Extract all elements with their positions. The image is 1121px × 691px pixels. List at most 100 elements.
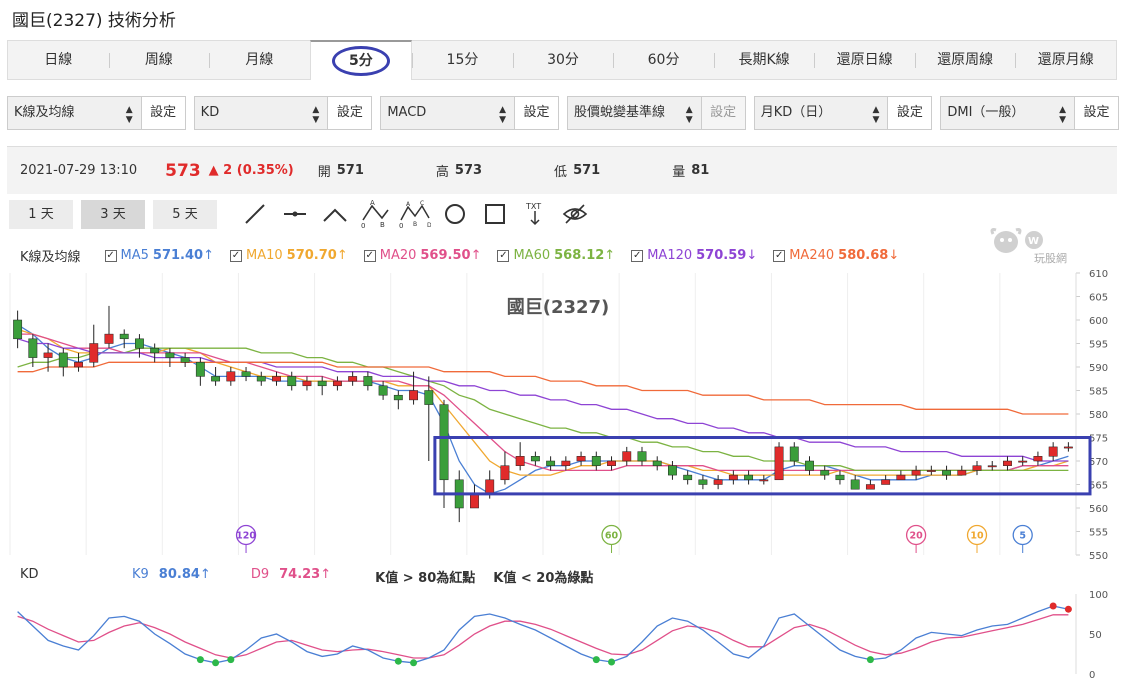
indicator-select-value: KD	[200, 105, 220, 120]
legend-ma-arrow: ↑	[203, 248, 214, 263]
candle-body	[637, 451, 647, 462]
candle	[759, 475, 769, 485]
checkbox-checked-icon[interactable]: ✓	[363, 249, 376, 262]
candle	[104, 305, 114, 349]
indicator-select[interactable]: 月KD（日） ▲ ▼	[754, 97, 888, 129]
kd-y-tick-label: 50	[1089, 630, 1102, 641]
candle-body	[896, 474, 906, 481]
candle	[119, 329, 129, 349]
legend-ma-value: 569.50	[420, 248, 471, 263]
indicator-select[interactable]: 股價蛻變基準線 ▲ ▼	[568, 97, 701, 129]
checkbox-checked-icon[interactable]: ✓	[104, 249, 117, 262]
tab-label: 日線	[44, 52, 73, 68]
low-label: 低	[554, 165, 568, 180]
settings-button[interactable]: 設定	[140, 97, 185, 129]
candle	[805, 456, 814, 476]
candle-body	[272, 376, 281, 382]
settings-button[interactable]: 設定	[514, 97, 559, 129]
legend-item-ma60[interactable]: ✓ MA60 568.12 ↑	[497, 248, 615, 263]
tab-1[interactable]: 周線	[108, 41, 210, 79]
legend-ma-value: 580.68	[838, 248, 889, 263]
tab-10[interactable]: 還原月線	[1015, 41, 1116, 79]
legend-item-ma5[interactable]: ✓ MA5 571.40 ↑	[104, 248, 214, 263]
range-1-day-button[interactable]: 1 天	[9, 199, 73, 229]
indicator-selector-row: K線及均線 ▲ ▼ 設定 KD ▲ ▼ 設定 MACD ▲ ▼ 設定 股價蛻變基準線 ▲ ▼ 設定 月KD（日）…	[7, 96, 1120, 130]
candle-body	[835, 474, 845, 481]
tab-3[interactable]: 5分	[309, 40, 413, 80]
candle	[972, 461, 982, 476]
candle-body	[226, 371, 236, 382]
tab-6[interactable]: 60分	[613, 41, 714, 79]
candle-body	[774, 446, 784, 481]
y-tick-label: 585	[1089, 387, 1108, 398]
candle-body	[744, 474, 754, 481]
indicator-select[interactable]: DMI（一般） ▲ ▼	[941, 97, 1075, 129]
checkbox-checked-icon[interactable]: ✓	[631, 249, 644, 262]
candle	[1063, 442, 1073, 452]
candle-body	[424, 390, 434, 405]
range-3-day-button[interactable]: 3 天	[81, 199, 145, 229]
checkbox-checked-icon[interactable]: ✓	[497, 249, 510, 262]
tab-7[interactable]: 長期K線	[713, 41, 815, 79]
indicator-select[interactable]: KD ▲ ▼	[194, 97, 328, 129]
candle-body	[348, 376, 358, 382]
candle	[150, 343, 160, 363]
hide-drawings-icon[interactable]	[555, 199, 595, 229]
checkbox-checked-icon[interactable]: ✓	[773, 249, 786, 262]
legend-item-ma120[interactable]: ✓ MA120 570.59 ↓	[631, 248, 757, 263]
candle-body	[13, 319, 23, 340]
tab-2[interactable]: 月線	[209, 41, 310, 79]
candle	[530, 451, 540, 466]
line-tool-icon[interactable]	[235, 199, 275, 229]
candle-body	[317, 380, 327, 387]
y-tick-label: 560	[1089, 504, 1108, 515]
candlestick-chart[interactable]: 610605600595590585580575570565560555550國…	[0, 265, 1121, 565]
candle-body	[911, 470, 921, 476]
rectangle-tool-icon[interactable]	[475, 199, 515, 229]
tab-8[interactable]: 還原日線	[814, 41, 915, 79]
candle-body	[789, 446, 799, 462]
candle	[591, 451, 601, 471]
tab-9[interactable]: 還原周線	[914, 41, 1016, 79]
settings-button[interactable]: 設定	[700, 97, 745, 129]
candle	[272, 371, 281, 386]
settings-button[interactable]: 設定	[887, 97, 932, 129]
tab-5[interactable]: 30分	[512, 41, 614, 79]
range-5-day-button[interactable]: 5 天	[153, 199, 217, 229]
candle-body	[165, 352, 175, 358]
candle	[287, 371, 297, 391]
candle	[774, 442, 784, 481]
circle-tool-icon[interactable]	[435, 199, 475, 229]
candle-body	[470, 493, 479, 509]
k9-name: K9	[132, 567, 149, 582]
indicator-select[interactable]: K線及均線 ▲ ▼	[8, 97, 141, 129]
svg-text:C: C	[420, 200, 424, 207]
candle-body	[363, 376, 373, 387]
candle-body	[652, 460, 662, 466]
legend-ma-name: MA60	[513, 248, 551, 263]
candle	[957, 465, 967, 476]
volume-value: 81	[691, 163, 710, 178]
settings-button[interactable]: 設定	[327, 97, 372, 129]
legend-item-ma10[interactable]: ✓ MA10 570.70 ↑	[230, 248, 348, 263]
tab-4[interactable]: 15分	[412, 41, 513, 79]
kd-green-dot	[227, 656, 235, 664]
candle	[302, 376, 312, 391]
text-tool-icon[interactable]: TXT	[515, 199, 555, 229]
checkbox-checked-icon[interactable]: ✓	[230, 249, 242, 262]
settings-button[interactable]: 設定	[1074, 97, 1119, 129]
pattern-abcd-icon[interactable]: 0 A B C D	[395, 199, 435, 229]
y-tick-label: 570	[1089, 457, 1108, 468]
legend-item-ma240[interactable]: ✓ MA240 580.68 ↓	[773, 248, 899, 263]
pattern-ab-icon[interactable]: 0 A B	[355, 199, 395, 229]
tab-0[interactable]: 日線	[8, 41, 109, 79]
candle-body	[820, 470, 830, 476]
indicator-select[interactable]: MACD ▲ ▼	[381, 97, 515, 129]
indicator-select-value: MACD	[387, 105, 427, 120]
kd-chart[interactable]: 100 50 0	[0, 590, 1121, 688]
quote-datetime: 2021-07-29 13:10	[20, 163, 138, 178]
horizontal-line-icon[interactable]	[275, 199, 315, 229]
angle-tool-icon[interactable]	[315, 199, 355, 229]
legend-item-ma20[interactable]: ✓ MA20 569.50 ↑	[363, 248, 481, 263]
candle	[926, 465, 936, 476]
